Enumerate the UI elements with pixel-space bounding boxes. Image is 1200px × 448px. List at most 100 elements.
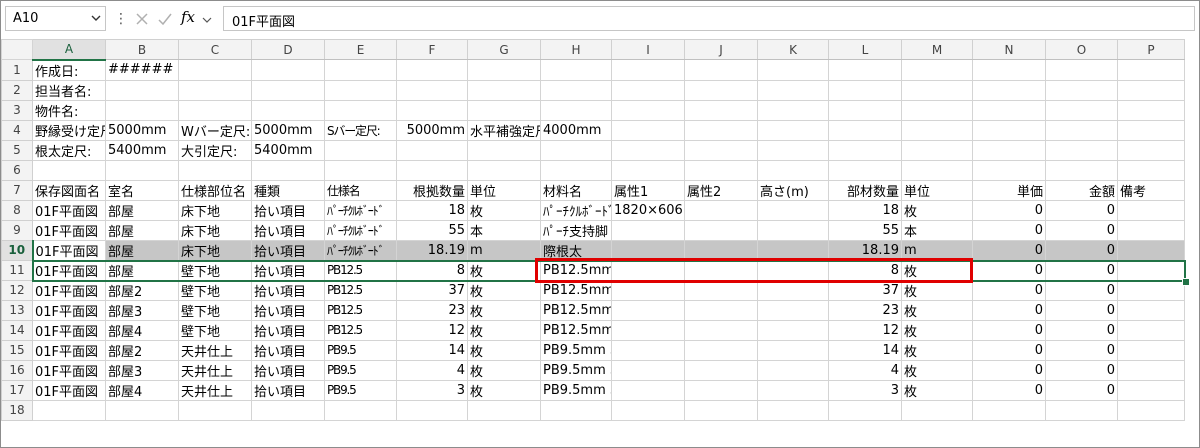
cell-b6[interactable] (105, 159, 179, 181)
cell-d11[interactable]: 拾い項目 (251, 259, 325, 281)
cell-l13[interactable]: 23 (828, 299, 902, 321)
column-header-d[interactable]: D (251, 39, 325, 60)
cell-p4[interactable] (1117, 119, 1185, 141)
cell-g18[interactable] (467, 399, 541, 421)
cell-a6[interactable] (32, 159, 106, 181)
cell-c14[interactable]: 壁下地 (178, 319, 252, 341)
row-header[interactable]: 8 (1, 199, 33, 221)
cell-n17[interactable]: 0 (972, 379, 1046, 401)
cell-f5[interactable] (396, 139, 468, 161)
cell-e11[interactable]: PB12.5 (324, 259, 397, 281)
cell-a14[interactable]: 01F平面図 (32, 319, 106, 341)
row-header[interactable]: 2 (1, 79, 33, 101)
cell-p12[interactable] (1117, 279, 1185, 301)
cell-i14[interactable] (611, 319, 685, 341)
cell-f7[interactable]: 根拠数量 (396, 179, 468, 201)
cancel-icon[interactable] (135, 12, 149, 26)
cell-o17[interactable]: 0 (1045, 379, 1118, 401)
cell-h9[interactable]: ﾊﾟｰﾁ支持脚 (540, 219, 612, 241)
cell-a11[interactable]: 01F平面図 (32, 259, 106, 281)
cell-f13[interactable]: 23 (396, 299, 468, 321)
cell-p8[interactable] (1117, 199, 1185, 221)
cell-l8[interactable]: 18 (828, 199, 902, 221)
cell-n14[interactable]: 0 (972, 319, 1046, 341)
cell-f15[interactable]: 14 (396, 339, 468, 361)
cell-m1[interactable] (901, 59, 973, 81)
cell-h15[interactable]: PB9.5mm 3×6 (540, 339, 612, 361)
cell-o6[interactable] (1045, 159, 1118, 181)
cell-b16[interactable]: 部屋3 (105, 359, 179, 381)
cell-o8[interactable]: 0 (1045, 199, 1118, 221)
cell-b2[interactable] (105, 79, 179, 101)
cell-e6[interactable] (324, 159, 397, 181)
chevron-down-icon[interactable] (90, 12, 102, 24)
row-header[interactable]: 17 (1, 379, 33, 401)
cell-l18[interactable] (828, 399, 902, 421)
cell-b8[interactable]: 部屋 (105, 199, 179, 221)
cell-j15[interactable] (684, 339, 758, 361)
cell-i9[interactable] (611, 219, 685, 241)
cell-e14[interactable]: PB12.5 (324, 319, 397, 341)
cell-c10[interactable]: 床下地 (178, 239, 252, 261)
cell-j6[interactable] (684, 159, 758, 181)
cell-l4[interactable] (828, 119, 902, 141)
cell-o1[interactable] (1045, 59, 1118, 81)
cell-j2[interactable] (684, 79, 758, 101)
cell-o5[interactable] (1045, 139, 1118, 161)
cell-f3[interactable] (396, 99, 468, 121)
cell-e18[interactable] (324, 399, 397, 421)
cell-p14[interactable] (1117, 319, 1185, 341)
cell-p13[interactable] (1117, 299, 1185, 321)
cell-n18[interactable] (972, 399, 1046, 421)
cell-a4[interactable]: 野縁受け定尺 (32, 119, 106, 141)
cell-f9[interactable]: 55 (396, 219, 468, 241)
cell-d15[interactable]: 拾い項目 (251, 339, 325, 361)
cell-m11[interactable]: 枚 (901, 259, 973, 281)
column-header-p[interactable]: P (1117, 39, 1185, 60)
cell-m3[interactable] (901, 99, 973, 121)
row-header[interactable]: 14 (1, 319, 33, 341)
cell-d16[interactable]: 拾い項目 (251, 359, 325, 381)
row-header[interactable]: 3 (1, 99, 33, 121)
cell-f8[interactable]: 18 (396, 199, 468, 221)
cell-n6[interactable] (972, 159, 1046, 181)
cell-l2[interactable] (828, 79, 902, 101)
enter-check-icon[interactable] (157, 12, 173, 26)
cell-g15[interactable]: 枚 (467, 339, 541, 361)
cell-l3[interactable] (828, 99, 902, 121)
cell-m6[interactable] (901, 159, 973, 181)
cell-n3[interactable] (972, 99, 1046, 121)
cell-n9[interactable]: 0 (972, 219, 1046, 241)
cell-n2[interactable] (972, 79, 1046, 101)
cell-d1[interactable] (251, 59, 325, 81)
row-header[interactable]: 12 (1, 279, 33, 301)
column-header-m[interactable]: M (901, 39, 973, 60)
cell-o4[interactable] (1045, 119, 1118, 141)
column-header-l[interactable]: L (828, 39, 902, 60)
cell-c11[interactable]: 壁下地 (178, 259, 252, 281)
cell-i13[interactable] (611, 299, 685, 321)
cell-e3[interactable] (324, 99, 397, 121)
cell-h13[interactable]: PB12.5mm 3×6 (540, 299, 612, 321)
cell-c17[interactable]: 天井仕上 (178, 379, 252, 401)
cell-m16[interactable]: 枚 (901, 359, 973, 381)
cell-i16[interactable] (611, 359, 685, 381)
cell-g8[interactable]: 枚 (467, 199, 541, 221)
cell-m18[interactable] (901, 399, 973, 421)
cell-e12[interactable]: PB12.5 (324, 279, 397, 301)
cell-j18[interactable] (684, 399, 758, 421)
cell-b14[interactable]: 部屋4 (105, 319, 179, 341)
cell-p9[interactable] (1117, 219, 1185, 241)
cell-d18[interactable] (251, 399, 325, 421)
cell-h3[interactable] (540, 99, 612, 121)
cell-p11[interactable] (1117, 259, 1185, 281)
cell-n13[interactable]: 0 (972, 299, 1046, 321)
cell-e2[interactable] (324, 79, 397, 101)
cell-p3[interactable] (1117, 99, 1185, 121)
cell-c5[interactable]: 大引定尺: (178, 139, 252, 161)
cell-i2[interactable] (611, 79, 685, 101)
cell-i4[interactable] (611, 119, 685, 141)
cell-f1[interactable] (396, 59, 468, 81)
row-header[interactable]: 16 (1, 359, 33, 381)
cell-e8[interactable]: ﾊﾟｰﾁｸﾙﾎﾞｰﾄﾞ (324, 199, 397, 221)
